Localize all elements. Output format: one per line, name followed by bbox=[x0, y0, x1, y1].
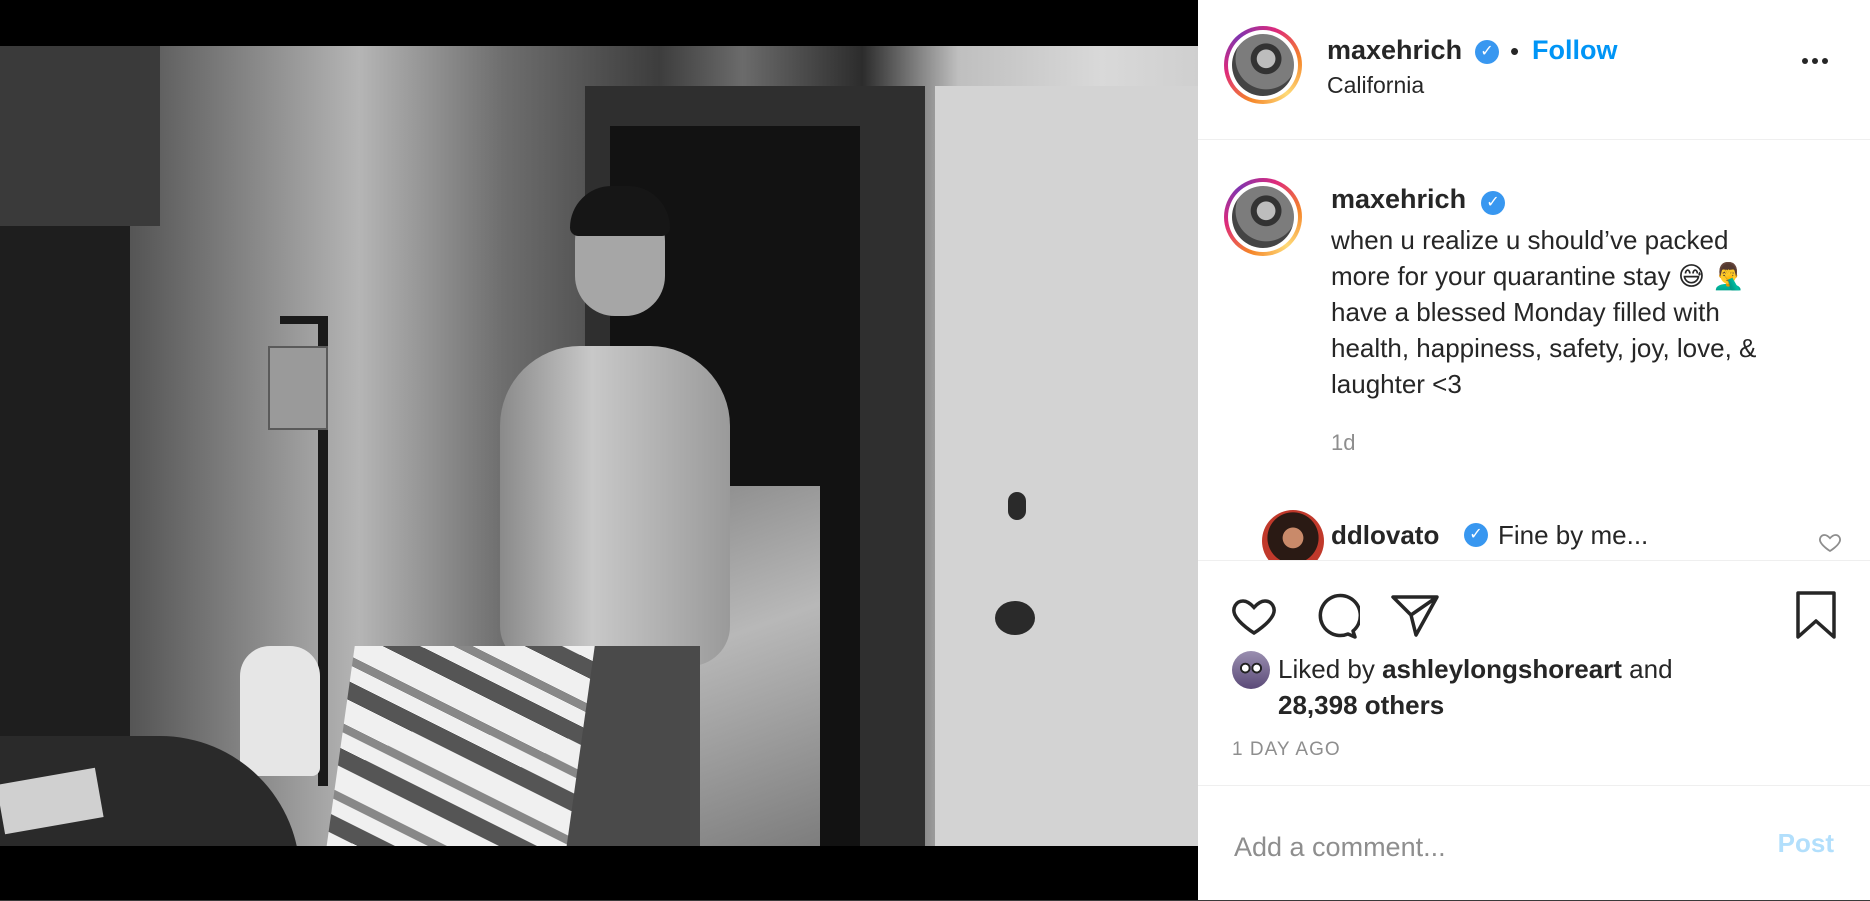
likes-conjunction: and bbox=[1629, 654, 1673, 684]
more-dot bbox=[1822, 57, 1828, 64]
verified-badge-icon: ✓ bbox=[1475, 40, 1499, 64]
photo-person-torso bbox=[500, 346, 730, 666]
photo-striped-towel bbox=[325, 646, 595, 846]
separator-dot: • bbox=[1510, 36, 1520, 66]
more-dot bbox=[1812, 57, 1818, 64]
bookmark-icon[interactable] bbox=[1794, 589, 1838, 641]
caption-author-avatar[interactable] bbox=[1224, 178, 1302, 256]
follow-button[interactable]: Follow bbox=[1532, 35, 1617, 66]
photo-door-lock bbox=[1008, 492, 1026, 520]
post-location[interactable]: California bbox=[1327, 72, 1424, 99]
comment-text: Fine by me... bbox=[1498, 520, 1649, 550]
caption-age[interactable]: 1d bbox=[1331, 430, 1355, 456]
photo-window bbox=[0, 226, 130, 746]
caption-author-username[interactable]: maxehrich bbox=[1331, 184, 1466, 215]
heart-icon[interactable] bbox=[1230, 591, 1278, 639]
avatar-image bbox=[1232, 186, 1294, 248]
post-timestamp[interactable]: 1 DAY AGO bbox=[1232, 739, 1341, 761]
comment-like-heart-icon[interactable] bbox=[1818, 530, 1842, 554]
comment-composer: Post bbox=[1198, 785, 1870, 901]
post-photo[interactable] bbox=[0, 46, 1198, 846]
post-side-panel: maxehrich ✓ • Follow California maxehric… bbox=[1198, 0, 1870, 900]
post-media[interactable] bbox=[0, 0, 1198, 900]
commenter-avatar[interactable] bbox=[1262, 510, 1324, 560]
post-comment-button[interactable]: Post bbox=[1778, 828, 1834, 859]
comment-item: ddlovato ✓ Fine by me... bbox=[1198, 500, 1870, 560]
avatar-image bbox=[1232, 34, 1294, 96]
post-header: maxehrich ✓ • Follow California bbox=[1198, 0, 1870, 140]
liker-username[interactable]: ashleylongshoreart bbox=[1382, 654, 1622, 684]
commenter-username[interactable]: ddlovato bbox=[1331, 520, 1439, 551]
more-dot bbox=[1802, 57, 1808, 64]
author-username[interactable]: maxehrich bbox=[1327, 35, 1462, 66]
post-actions: Liked by ashleylongshoreart and 28,398 o… bbox=[1198, 560, 1870, 760]
photo-door bbox=[935, 86, 1198, 846]
author-avatar[interactable] bbox=[1224, 26, 1302, 104]
liker-avatar[interactable] bbox=[1232, 651, 1270, 689]
comment-bubble-icon[interactable] bbox=[1310, 591, 1360, 641]
more-options-icon[interactable] bbox=[1800, 52, 1834, 80]
paper-plane-icon[interactable] bbox=[1390, 591, 1440, 639]
likes-prefix: Liked by bbox=[1278, 654, 1375, 684]
photo-lamp-shade bbox=[268, 346, 328, 430]
verified-badge-icon: ✓ bbox=[1481, 191, 1505, 215]
add-comment-input[interactable] bbox=[1232, 826, 1756, 868]
photo-stool bbox=[240, 646, 320, 776]
photo-door-knob bbox=[995, 601, 1035, 635]
photo-blind bbox=[0, 46, 160, 226]
likes-summary: Liked by ashleylongshoreart and 28,398 o… bbox=[1278, 651, 1673, 723]
caption-and-comments[interactable]: maxehrich ✓ when u realize u should’ve p… bbox=[1198, 140, 1870, 560]
post-caption: when u realize u should’ve packed more f… bbox=[1331, 225, 1757, 399]
likes-count[interactable]: 28,398 others bbox=[1278, 690, 1444, 720]
verified-badge-icon: ✓ bbox=[1464, 523, 1488, 547]
